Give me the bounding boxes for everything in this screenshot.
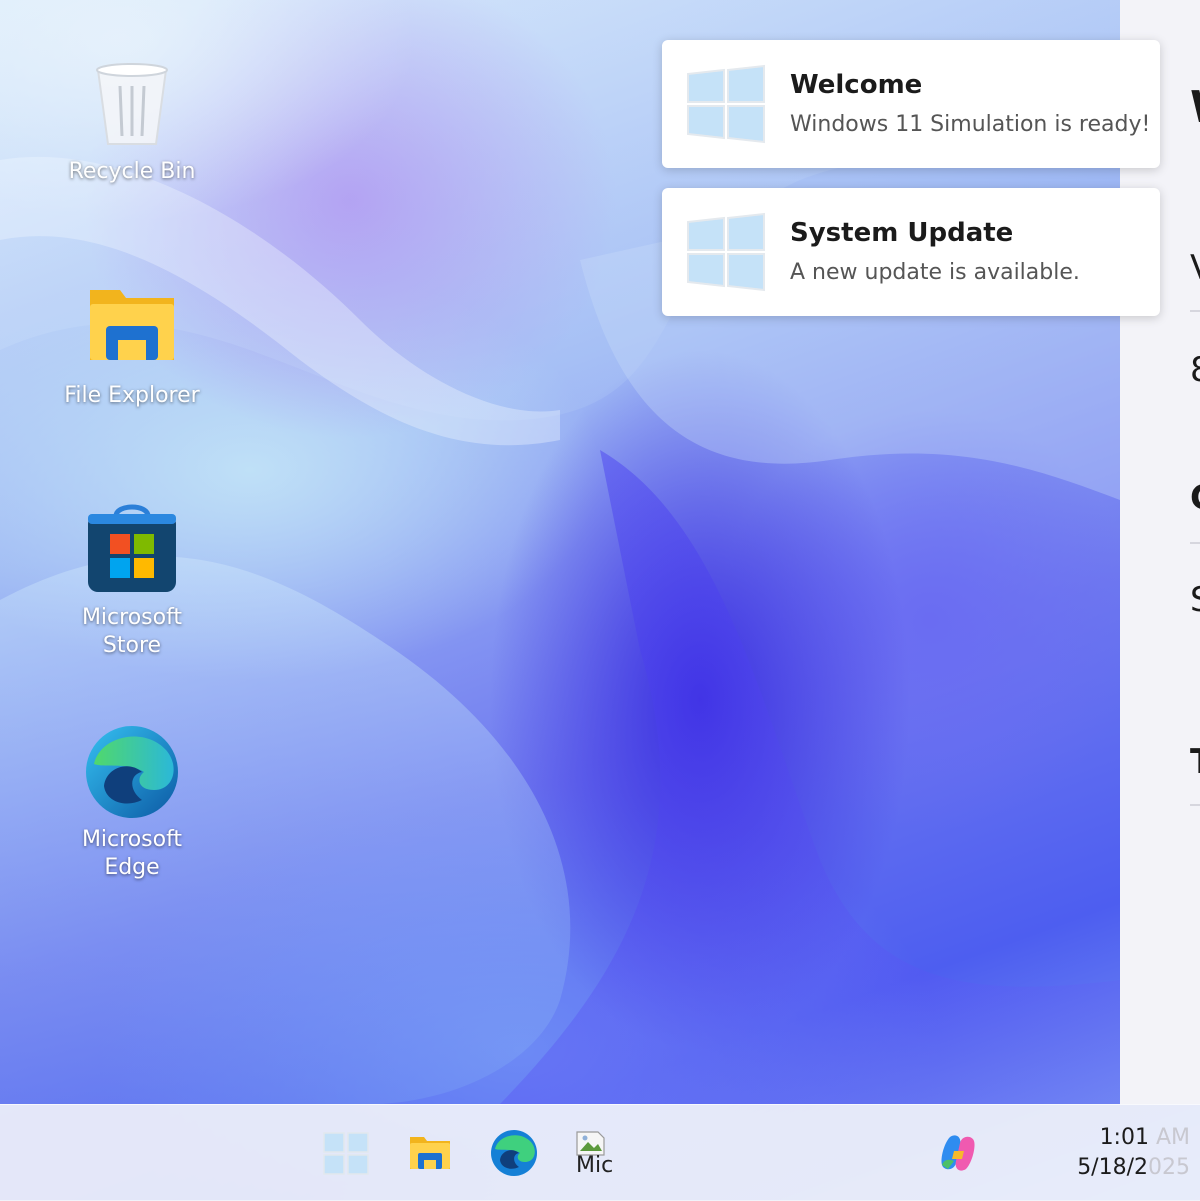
clock-date-suffix: 025 — [1148, 1155, 1190, 1180]
desktop-icon-microsoft-store[interactable]: Microsoft Store — [62, 502, 202, 660]
side-panel-text: S — [1190, 580, 1200, 620]
recycle-bin-icon — [84, 56, 180, 152]
notification-title: System Update — [790, 218, 1014, 248]
notification-toast-welcome[interactable]: Welcome Windows 11 Simulation is ready! — [662, 40, 1160, 168]
desktop-icon-label: Recycle Bin — [68, 159, 196, 184]
side-panel-text: C — [1190, 478, 1200, 518]
edge-icon — [84, 724, 180, 820]
taskbar-edge-button[interactable] — [490, 1129, 538, 1177]
system-clock[interactable]: 1:01 AM 5/18/2025 — [1058, 1123, 1190, 1183]
side-panel-divider — [1190, 804, 1200, 806]
taskbar: Mic 1:01 AM 5/18/2025 — [0, 1104, 1200, 1201]
edge-icon — [491, 1130, 537, 1176]
clock-date-value: 5/18/2 — [1077, 1155, 1148, 1180]
taskbar-broken-image-button[interactable]: Mic — [576, 1131, 624, 1177]
side-panel-heading: W — [1190, 82, 1200, 133]
folder-icon — [410, 1137, 450, 1169]
windows-logo-icon — [686, 64, 766, 144]
start-button[interactable] — [322, 1129, 370, 1177]
copilot-button[interactable] — [934, 1129, 982, 1177]
desktop-icon-microsoft-edge[interactable]: Microsoft Edge — [62, 724, 202, 882]
copilot-icon — [941, 1135, 975, 1171]
desktop-icon-label: Microsoft Edge — [81, 827, 183, 880]
notification-toast-system-update[interactable]: System Update A new update is available. — [662, 188, 1160, 316]
desktop-icon-label: Microsoft Store — [81, 605, 183, 658]
desktop-icon-label: File Explorer — [64, 383, 200, 408]
notification-title: Welcome — [790, 70, 923, 100]
side-panel-divider — [1190, 310, 1200, 312]
clock-time-suffix: AM — [1148, 1125, 1190, 1150]
store-bag-icon — [84, 502, 180, 598]
side-panel-text: T — [1190, 742, 1200, 782]
clock-date: 5/18/2025 — [1058, 1153, 1190, 1183]
taskbar-file-explorer-button[interactable] — [406, 1129, 454, 1177]
folder-icon — [84, 280, 180, 376]
side-panel-text: 8 — [1190, 350, 1200, 390]
windows-logo-icon — [323, 1132, 369, 1175]
clock-time: 1:01 AM — [1058, 1123, 1190, 1153]
clock-time-value: 1:01 — [1099, 1125, 1149, 1150]
desktop-icon-file-explorer[interactable]: File Explorer — [62, 280, 202, 410]
notification-body: A new update is available. — [790, 260, 1080, 285]
notification-body: Windows 11 Simulation is ready! — [790, 112, 1151, 137]
windows-logo-icon — [686, 212, 766, 292]
desktop-icon-recycle-bin[interactable]: Recycle Bin — [62, 56, 202, 186]
side-panel-text: V — [1190, 248, 1200, 288]
broken-image-alt-text: Mic — [576, 1153, 614, 1177]
side-panel-divider — [1190, 542, 1200, 544]
